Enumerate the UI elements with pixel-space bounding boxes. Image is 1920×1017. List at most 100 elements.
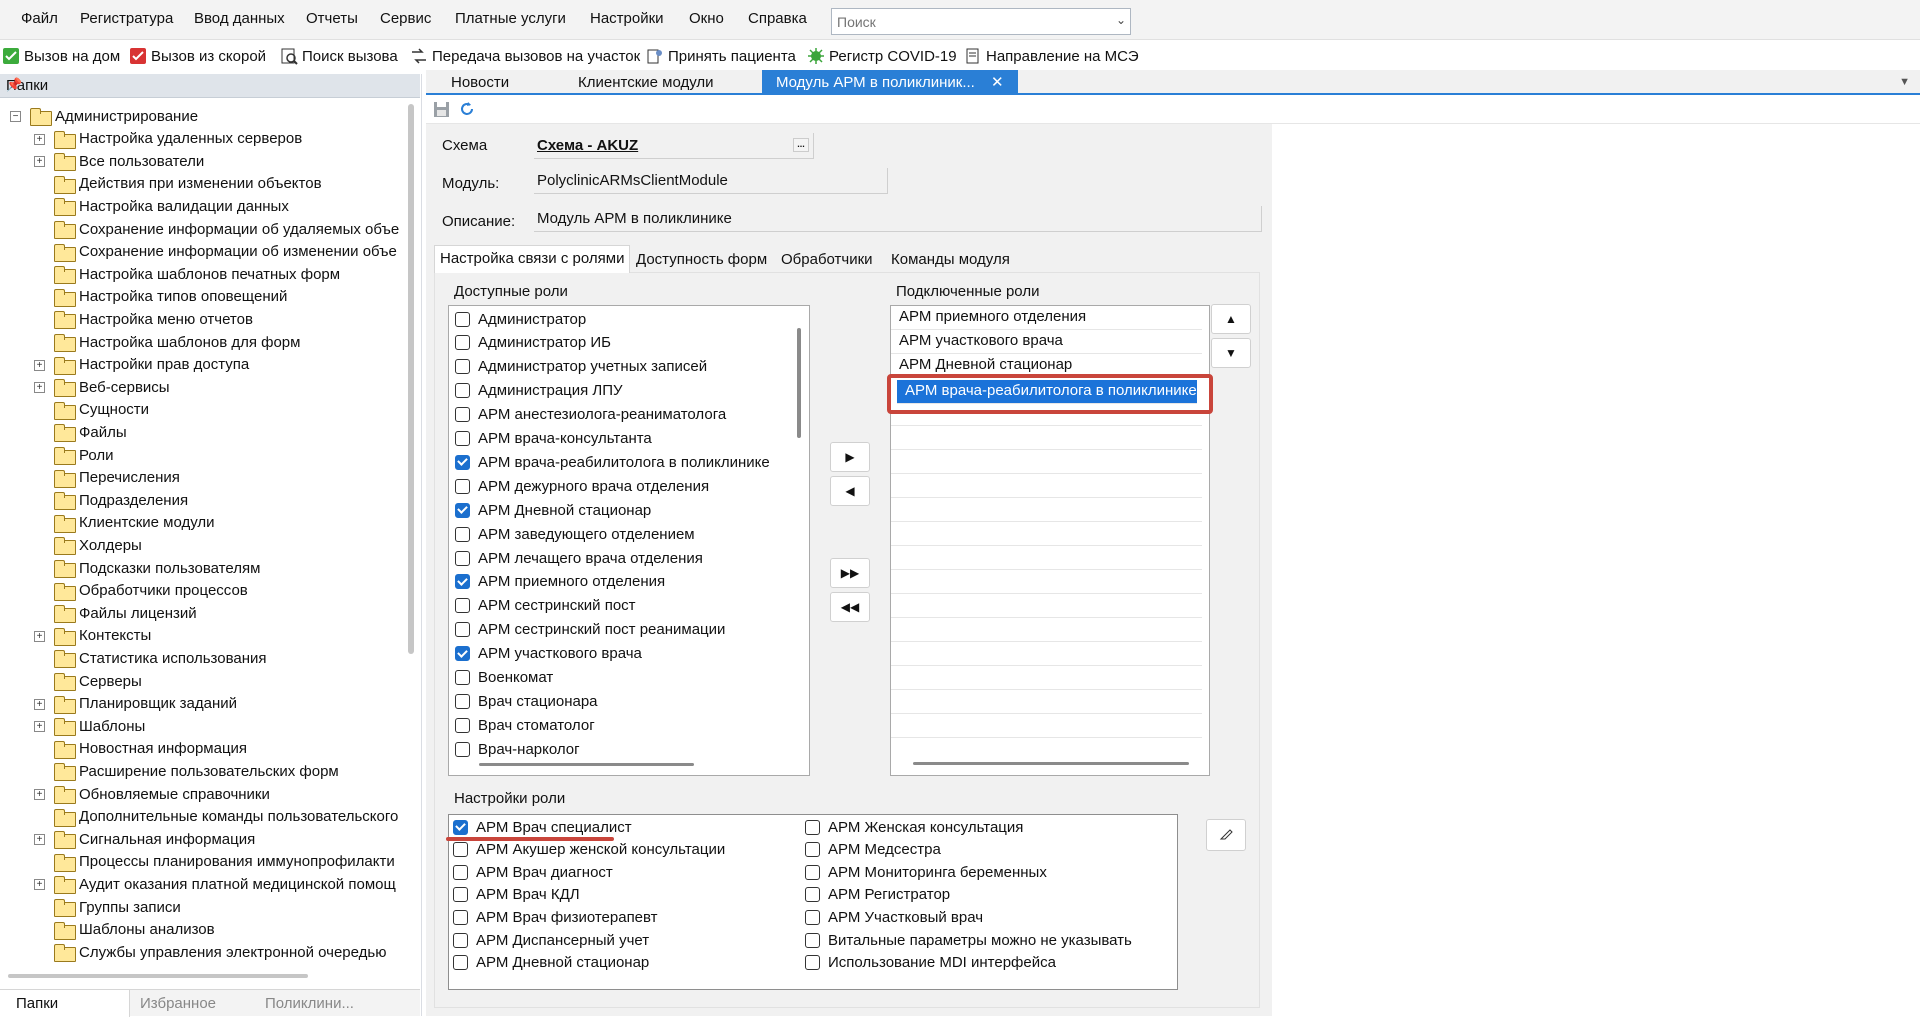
checkbox[interactable]	[455, 574, 470, 590]
menu-service[interactable]: Сервис	[380, 10, 431, 27]
role-checkbox-row[interactable]: АРМ дежурного врача отделения	[455, 475, 709, 497]
expand-icon[interactable]: +	[34, 630, 45, 642]
search-input[interactable]	[832, 9, 1102, 34]
expand-icon[interactable]: +	[34, 879, 45, 891]
tree-item[interactable]: Сохранение информации об изменении объе	[54, 241, 397, 263]
remove-all-roles-button[interactable]: ◀◀	[830, 592, 870, 622]
role-checkbox-row[interactable]: АРМ анестезиолога-реаниматолога	[455, 404, 726, 426]
tree-item[interactable]: Настройка меню отчетов	[54, 308, 253, 330]
tab-favorites[interactable]: Избранное	[140, 995, 216, 1012]
checkbox[interactable]	[455, 431, 470, 446]
expand-icon[interactable]: +	[34, 721, 45, 733]
tab-handlers[interactable]: Обработчики	[776, 247, 878, 273]
checkbox[interactable]	[455, 407, 470, 423]
chevron-down-icon[interactable]: ⌄	[1116, 13, 1126, 27]
role-checkbox-row[interactable]: Администрация ЛПУ	[455, 380, 623, 402]
tree-item[interactable]: Перечисления	[54, 467, 180, 489]
setting-checkbox-row[interactable]: Витальные параметры можно не указывать	[805, 929, 1132, 951]
role-checkbox-row[interactable]: Врач стоматолог	[455, 714, 595, 736]
checkbox[interactable]	[805, 909, 820, 925]
setting-checkbox-row[interactable]: АРМ Врач диагност	[453, 861, 613, 883]
tree-item[interactable]: Группы записи	[54, 896, 181, 918]
role-checkbox-row[interactable]: АРМ приемного отделения	[455, 571, 665, 593]
menu-window[interactable]: Окно	[689, 10, 724, 27]
tree-item[interactable]: Серверы	[54, 670, 142, 692]
tree-vertical-scrollbar[interactable]	[408, 104, 414, 654]
menu-file[interactable]: Файл	[21, 10, 58, 27]
available-roles-list[interactable]: Администратор Администратор ИБ Администрат…	[448, 305, 810, 776]
setting-checkbox-row[interactable]: АРМ Дневной стационар	[453, 952, 649, 974]
role-checkbox-row[interactable]: Администратор	[455, 308, 586, 330]
setting-checkbox-row[interactable]: АРМ Врач специалист	[453, 816, 632, 838]
setting-checkbox-row[interactable]: Использование MDI интерфейса	[805, 952, 1056, 974]
add-role-button[interactable]: ▶	[830, 442, 870, 472]
checkbox[interactable]	[455, 454, 470, 470]
tree-item[interactable]: Настройки прав доступа	[54, 354, 249, 376]
search-call-button[interactable]: Поиск вызова	[280, 45, 398, 67]
tree-item[interactable]: Статистика использования	[54, 647, 267, 669]
description-field[interactable]: Модуль АРМ в поликлинике	[534, 206, 1262, 232]
checkbox[interactable]	[453, 909, 468, 925]
checkbox[interactable]	[455, 335, 470, 351]
role-checkbox-row[interactable]: АРМ сестринский пост	[455, 595, 636, 617]
checkbox[interactable]	[455, 646, 470, 662]
menu-help[interactable]: Справка	[748, 10, 807, 27]
save-icon[interactable]	[433, 101, 450, 122]
checkbox[interactable]	[805, 819, 820, 835]
close-icon[interactable]: ✕	[991, 74, 1004, 91]
tree-item[interactable]: Подразделения	[54, 489, 188, 511]
expand-icon[interactable]: +	[34, 359, 45, 371]
checkbox[interactable]	[455, 502, 470, 518]
role-checkbox-row[interactable]: Администратор учетных записей	[455, 356, 707, 378]
checkbox[interactable]	[805, 955, 820, 971]
tree-item[interactable]: Подсказки пользователям	[54, 557, 260, 579]
tab-module-commands[interactable]: Команды модуля	[886, 247, 1015, 273]
folder-tree[interactable]: − Администрирование + Настройка удаленных с…	[0, 104, 405, 964]
tree-item[interactable]: Контексты	[54, 625, 151, 647]
mse-referral-button[interactable]: Направление на МСЭ	[964, 45, 1139, 67]
setting-checkbox-row[interactable]: АРМ Врач физиотерапевт	[453, 906, 658, 928]
tree-item[interactable]: Холдеры	[54, 534, 142, 556]
setting-checkbox-row[interactable]: АРМ Мониторинга беременных	[805, 861, 1047, 883]
tree-item[interactable]: Администрирование	[30, 105, 198, 127]
tree-item[interactable]: Роли	[54, 444, 114, 466]
schema-browse-button[interactable]: ...	[793, 138, 809, 152]
tab-news[interactable]: Новости	[451, 74, 509, 91]
tree-item[interactable]: Настройка валидации данных	[54, 195, 289, 217]
tree-item[interactable]: Файлы	[54, 421, 127, 443]
available-roles-scrollbar[interactable]	[797, 328, 801, 438]
role-checkbox-row[interactable]: АРМ сестринский пост реанимации	[455, 619, 725, 641]
pin-icon[interactable]: 📌	[6, 77, 406, 93]
tab-module-arm[interactable]: Модуль АРМ в поликлиник... ✕	[762, 70, 1018, 95]
checkbox[interactable]	[453, 932, 468, 948]
refresh-icon[interactable]	[458, 100, 476, 122]
tab-folders[interactable]: Папки	[16, 995, 58, 1012]
setting-checkbox-row[interactable]: АРМ Женская консультация	[805, 816, 1023, 838]
collapse-icon[interactable]: −	[10, 111, 21, 122]
checkbox[interactable]	[455, 550, 470, 566]
menu-reports[interactable]: Отчеты	[306, 10, 358, 27]
tree-item[interactable]: Процессы планирования иммунопрофилакти	[54, 851, 395, 873]
tree-item[interactable]: Службы управления электронной очередью	[54, 941, 386, 963]
tree-item[interactable]: Файлы лицензий	[54, 602, 197, 624]
expand-icon[interactable]: +	[34, 133, 45, 145]
accept-patient-button[interactable]: Принять пациента	[646, 45, 796, 67]
covid-registry-button[interactable]: Регистр COVID-19	[807, 45, 957, 67]
tree-item[interactable]: Дополнительные команды пользовательского	[54, 806, 398, 828]
checkbox[interactable]	[455, 383, 470, 399]
role-checkbox-row[interactable]: АРМ врача-консультанта	[455, 428, 652, 450]
tree-item[interactable]: Все пользователи	[54, 150, 204, 172]
remove-role-button[interactable]: ◀	[830, 476, 870, 506]
tree-item[interactable]: Новостная информация	[54, 738, 247, 760]
edit-settings-button[interactable]	[1206, 819, 1246, 851]
checkbox[interactable]	[453, 955, 468, 971]
setting-checkbox-row[interactable]: АРМ Участковый врач	[805, 906, 983, 928]
tree-item[interactable]: Настройка типов оповещений	[54, 286, 287, 308]
checkbox[interactable]	[455, 598, 470, 614]
tree-item[interactable]: Аудит оказания платной медицинской помощ	[54, 873, 396, 895]
home-call-button[interactable]: Вызов на дом	[2, 45, 120, 67]
tab-form-availability[interactable]: Доступность форм	[631, 247, 772, 273]
role-checkbox-row[interactable]: Врач стационара	[455, 690, 598, 712]
connected-roles-hscrollbar[interactable]	[913, 762, 1189, 765]
tab-role-links[interactable]: Настройка связи с ролями	[434, 245, 631, 273]
